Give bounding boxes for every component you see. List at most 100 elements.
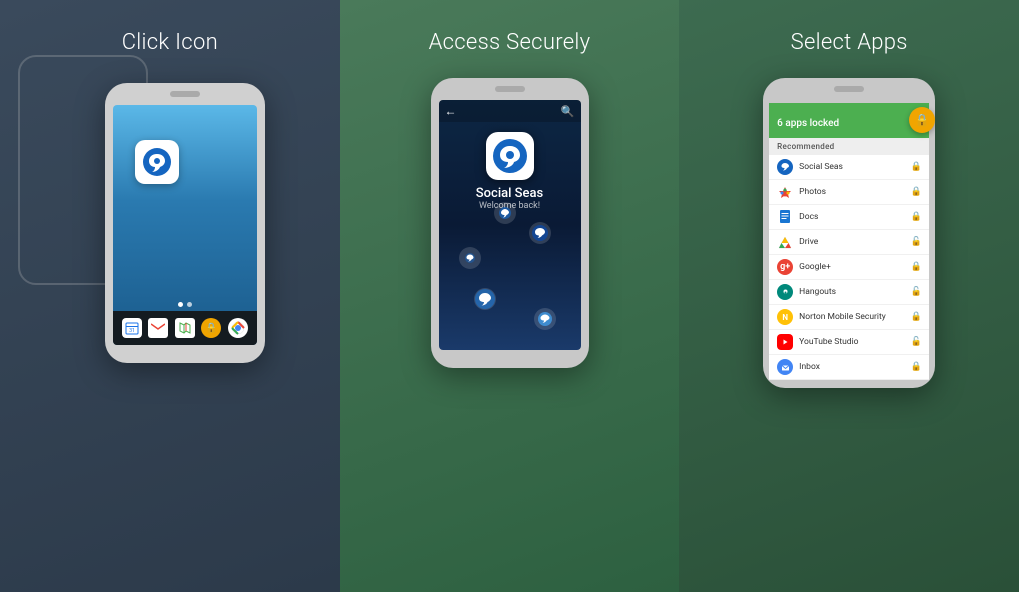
svg-text:31: 31 bbox=[129, 328, 135, 334]
float-ss-icon-2 bbox=[531, 224, 549, 242]
phone-2-topbar: ← 🔍 bbox=[439, 100, 581, 122]
list-item[interactable]: YouTube Studio 🔓 bbox=[769, 330, 929, 355]
lock-green-icon-docs: 🔒 bbox=[911, 212, 922, 222]
recommended-section-header: Recommended bbox=[769, 138, 929, 155]
app-icon-photos bbox=[777, 184, 793, 200]
float-ss-icon-1 bbox=[498, 206, 512, 220]
app-name-youtube: YouTube Studio bbox=[799, 337, 911, 347]
app-name-norton: Norton Mobile Security bbox=[799, 312, 911, 322]
chrome-app-icon[interactable] bbox=[228, 318, 248, 338]
lock-indicator-norton: 🔒 bbox=[911, 312, 921, 322]
app-icon-social-seas bbox=[777, 159, 793, 175]
googleplus-text: g+ bbox=[780, 262, 790, 272]
lock-gray-icon-youtube: 🔓 bbox=[911, 337, 922, 347]
bottom-app-bar: 31 🔒 bbox=[113, 311, 257, 345]
docs-icon bbox=[779, 210, 791, 224]
float-icon-2 bbox=[529, 222, 551, 244]
floating-icons-container bbox=[439, 192, 581, 350]
app-icon-hangouts bbox=[777, 284, 793, 300]
maps-app-icon[interactable] bbox=[175, 318, 195, 338]
panel-click-icon: Click Icon bbox=[0, 0, 340, 592]
apps-locked-header: 6 apps locked 🔒 bbox=[769, 103, 929, 138]
maps-icon bbox=[178, 321, 192, 335]
youtube-icon bbox=[779, 337, 791, 347]
lock-fab-button[interactable]: 🔒 bbox=[909, 107, 935, 133]
dot-2 bbox=[187, 302, 192, 307]
back-arrow-icon[interactable]: ← bbox=[445, 104, 457, 118]
phone-1-screen: 31 🔒 bbox=[113, 105, 257, 345]
gmail-icon bbox=[151, 323, 165, 333]
float-ss-icon-4 bbox=[537, 311, 553, 327]
phone-2-content: Social Seas Welcome back! bbox=[439, 122, 581, 350]
list-item[interactable]: Docs 🔒 bbox=[769, 205, 929, 230]
lock-green-icon: 🔒 bbox=[911, 162, 922, 172]
list-item[interactable]: Photos 🔒 bbox=[769, 180, 929, 205]
lock-green-icon-inbox: 🔒 bbox=[911, 362, 922, 372]
norton-text: N bbox=[782, 313, 788, 322]
app-name-inbox: Inbox bbox=[799, 362, 911, 372]
app-name-googleplus: Google+ bbox=[799, 262, 911, 272]
float-icon-5 bbox=[459, 247, 481, 269]
app-icon-large bbox=[486, 132, 534, 180]
social-seas-icon bbox=[142, 147, 172, 177]
lock-icon: 🔒 bbox=[205, 323, 217, 334]
lock-indicator-hangouts: 🔓 bbox=[911, 287, 921, 297]
lock-green-icon-norton: 🔒 bbox=[911, 312, 922, 322]
float-icon-4 bbox=[534, 308, 556, 330]
phone-3-screen: 6 apps locked 🔒 Recommended bbox=[769, 103, 929, 378]
list-item[interactable]: Inbox 🔒 bbox=[769, 355, 929, 380]
page-dots bbox=[178, 302, 192, 307]
app-icon-googleplus: g+ bbox=[777, 259, 793, 275]
app-name-hangouts: Hangouts bbox=[799, 287, 911, 297]
list-item[interactable]: g+ Google+ 🔒 bbox=[769, 255, 929, 280]
lock-indicator-social-seas: 🔒 bbox=[911, 162, 921, 172]
app-icon-youtube bbox=[777, 334, 793, 350]
calendar-app-icon[interactable]: 31 bbox=[122, 318, 142, 338]
photos-icon bbox=[778, 185, 792, 199]
list-item[interactable]: N Norton Mobile Security 🔒 bbox=[769, 305, 929, 330]
lock-indicator-drive: 🔓 bbox=[911, 237, 921, 247]
lock-app-icon[interactable]: 🔒 bbox=[201, 318, 221, 338]
app-name-docs: Docs bbox=[799, 212, 911, 222]
list-item[interactable]: Hangouts 🔓 bbox=[769, 280, 929, 305]
drive-icon bbox=[778, 236, 792, 249]
panel-2-title: Access Securely bbox=[429, 30, 591, 55]
inbox-icon bbox=[780, 362, 791, 373]
chrome-icon bbox=[231, 321, 245, 335]
gmail-app-icon[interactable] bbox=[148, 318, 168, 338]
lock-gray-icon-drive: 🔓 bbox=[911, 237, 922, 247]
app-name-drive: Drive bbox=[799, 237, 911, 247]
hangouts-icon bbox=[780, 287, 791, 298]
float-icon-1 bbox=[494, 202, 516, 224]
lock-indicator-photos: 🔒 bbox=[911, 187, 921, 197]
recommended-label: Recommended bbox=[777, 142, 834, 151]
panel-select-apps: Select Apps 6 apps locked 🔒 Recommended bbox=[679, 0, 1019, 592]
float-ss-icon-3 bbox=[474, 288, 496, 310]
phone-mockup-1: 31 🔒 bbox=[105, 83, 265, 363]
lock-indicator-docs: 🔒 bbox=[911, 212, 921, 222]
app-icon-homescreen[interactable] bbox=[135, 140, 179, 184]
list-item[interactable]: Social Seas 🔒 bbox=[769, 155, 929, 180]
search-icon[interactable]: 🔍 bbox=[561, 105, 575, 118]
app-icon-inbox bbox=[777, 359, 793, 375]
phone-mockup-3: 6 apps locked 🔒 Recommended bbox=[763, 78, 935, 388]
panel-3-title: Select Apps bbox=[791, 30, 908, 55]
lock-indicator-youtube: 🔓 bbox=[911, 337, 921, 347]
app-name-photos: Photos bbox=[799, 187, 911, 197]
lock-indicator-inbox: 🔒 bbox=[911, 362, 921, 372]
phone-mockup-2: ← 🔍 Social Seas Welcome back! bbox=[431, 78, 589, 368]
app-list: Social Seas 🔒 bbox=[769, 155, 929, 380]
float-ss-icon-5 bbox=[464, 252, 476, 264]
calendar-icon: 31 bbox=[125, 321, 139, 335]
apps-locked-count: 6 apps locked bbox=[777, 118, 839, 129]
app-icon-drive bbox=[777, 234, 793, 250]
list-item[interactable]: Drive 🔓 bbox=[769, 230, 929, 255]
float-icon-3 bbox=[474, 288, 496, 310]
app-name-social-seas: Social Seas bbox=[799, 162, 911, 172]
panel-1-title: Click Icon bbox=[122, 30, 218, 55]
lock-gray-icon-hangouts: 🔓 bbox=[911, 287, 922, 297]
panel-access-securely: Access Securely ← 🔍 Social Seas Welcome … bbox=[340, 0, 680, 592]
app-icon-norton: N bbox=[777, 309, 793, 325]
fab-lock-icon: 🔒 bbox=[915, 113, 930, 127]
lock-green-icon-photos: 🔒 bbox=[911, 187, 922, 197]
